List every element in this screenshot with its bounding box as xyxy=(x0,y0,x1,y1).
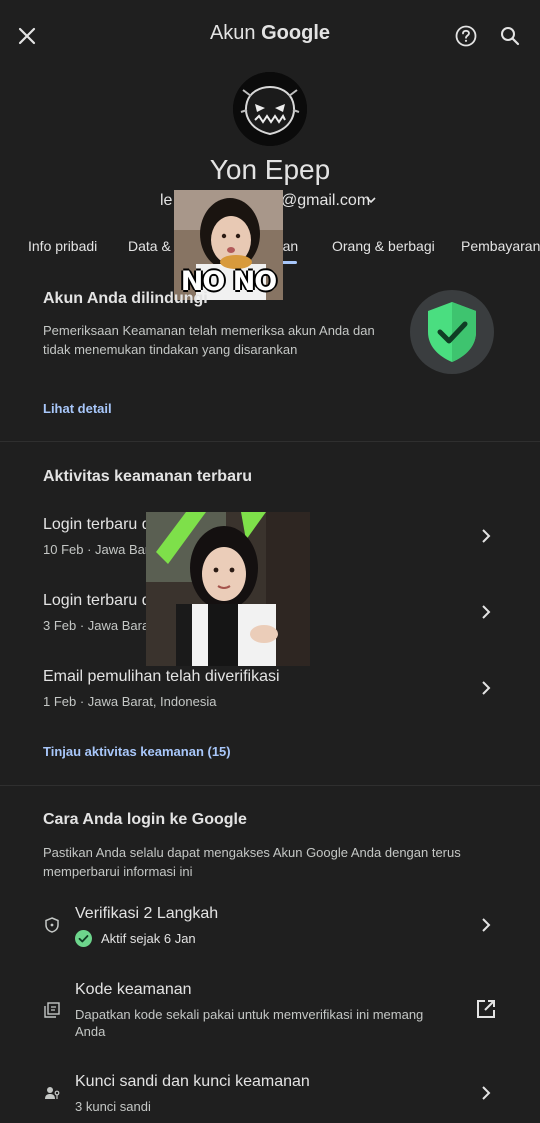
chevron-right-icon xyxy=(476,526,496,546)
security-codes-sub-line1: Dapatkan kode sekali pakai untuk memveri… xyxy=(75,1007,424,1022)
email-end: @gmail.com xyxy=(281,192,371,209)
search-icon xyxy=(501,27,520,46)
activity-item-sub: 1 Feb · Jawa Barat, Indonesia xyxy=(43,694,217,709)
signin-body-line1: Pastikan Anda selalu dapat mengakses Aku… xyxy=(43,845,461,860)
top-app-bar: Akun Google xyxy=(0,0,540,72)
section-divider xyxy=(0,785,540,786)
two-step-title: Verifikasi 2 Langkah xyxy=(75,905,219,922)
security-codes-title: Kode keamanan xyxy=(75,981,192,998)
activity-item-sub: 3 Feb · Jawa Bara xyxy=(43,618,150,633)
review-activity-link[interactable]: Tinjau aktivitas keamanan (15) xyxy=(43,744,231,759)
activity-title: Aktivitas keamanan terbaru xyxy=(43,468,252,485)
open-external-icon xyxy=(476,999,496,1019)
protected-title: Akun Anda dilindungi xyxy=(43,290,208,307)
avatar-image xyxy=(233,72,307,146)
chevron-right-icon xyxy=(476,602,496,622)
signin-body-line2: memperbarui informasi ini xyxy=(43,864,193,879)
chevron-down-icon xyxy=(366,197,376,204)
sticker-image: NO NO xyxy=(174,190,283,300)
avatar[interactable] xyxy=(233,72,307,146)
check-circle-icon xyxy=(75,930,92,947)
shield-icon xyxy=(44,917,60,933)
activity-item-title: Login terbaru d xyxy=(43,516,151,533)
title-brand: Google xyxy=(261,22,331,44)
two-step-status: Aktif sejak 6 Jan xyxy=(101,931,196,946)
shield-check-icon xyxy=(428,302,476,362)
security-codes-sub-line2: Anda xyxy=(75,1024,106,1039)
search-button[interactable] xyxy=(492,18,528,54)
title-prefix: Akun xyxy=(209,22,256,44)
protected-body-line2: tidak menemukan tindakan yang disarankan xyxy=(43,342,298,357)
sticker-photo xyxy=(146,512,310,666)
tab-people-sharing[interactable]: Orang & berbagi xyxy=(332,238,435,254)
chevron-right-icon xyxy=(476,915,496,935)
signin-title: Cara Anda login ke Google xyxy=(43,811,247,828)
help-button[interactable] xyxy=(448,18,484,54)
activity-item-title: Email pemulihan telah diverifikasi xyxy=(43,668,280,685)
email-start: le xyxy=(160,192,173,209)
activity-item-title: Login terbaru d xyxy=(43,592,151,609)
chevron-right-icon xyxy=(476,1083,496,1103)
chevron-right-icon xyxy=(476,678,496,698)
profile-name: Yon Epep xyxy=(209,154,331,185)
sticker-photo-illustration xyxy=(146,512,310,666)
person-key-icon xyxy=(44,1085,60,1101)
help-icon xyxy=(455,25,477,47)
shield-badge xyxy=(410,290,494,374)
see-details-link[interactable]: Lihat detail xyxy=(43,401,112,416)
codes-icon xyxy=(44,1002,60,1018)
tab-personal-info[interactable]: Info pribadi xyxy=(28,238,97,254)
section-divider xyxy=(0,441,540,442)
passkeys-title: Kunci sandi dan kunci keamanan xyxy=(75,1073,310,1090)
activity-item-sub: 10 Feb · Jawa Bar xyxy=(43,542,150,557)
tab-payments[interactable]: Pembayaran & xyxy=(461,238,540,254)
passkeys-sub: 3 kunci sandi xyxy=(75,1099,151,1114)
protected-body-line1: Pemeriksaan Keamanan telah memeriksa aku… xyxy=(43,323,375,338)
